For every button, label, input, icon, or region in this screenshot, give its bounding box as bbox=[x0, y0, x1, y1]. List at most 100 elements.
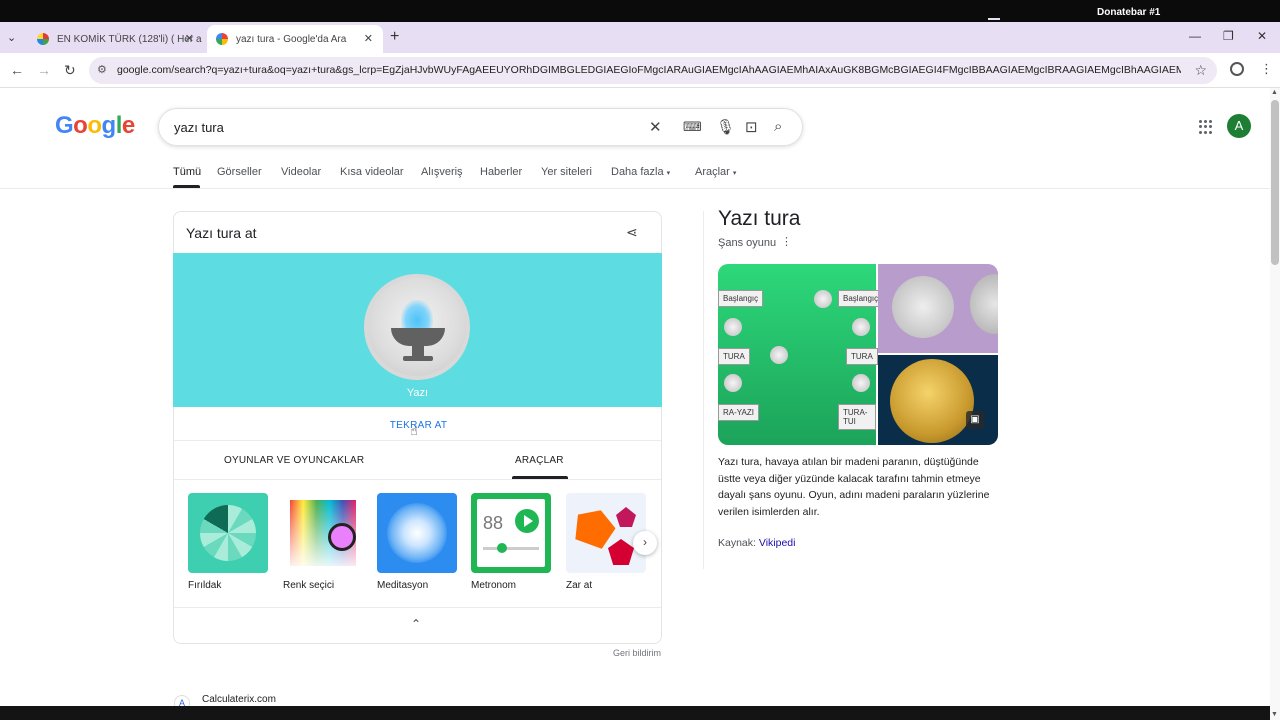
share-icon[interactable]: ⋖ bbox=[626, 224, 638, 241]
donatebar-label: Donatebar #1 bbox=[1097, 7, 1161, 18]
metronome-bpm: 88 bbox=[483, 513, 504, 533]
site-info-icon[interactable]: ⚙ bbox=[97, 63, 107, 76]
tab-shopping[interactable]: Alışveriş bbox=[421, 166, 463, 178]
flip-again-button[interactable]: TEKRAR AT bbox=[174, 420, 663, 431]
tab-videos[interactable]: Videolar bbox=[281, 166, 321, 178]
tool-meditation[interactable]: Meditasyon bbox=[377, 493, 457, 591]
coin-icon bbox=[724, 374, 742, 392]
image-label: Başlangıç bbox=[838, 290, 884, 307]
coin-icon bbox=[724, 318, 742, 336]
search-input[interactable]: yazı tura bbox=[174, 120, 224, 135]
tool-metronome[interactable]: 88 Metronom bbox=[471, 493, 551, 591]
tab-more-label: Daha fazla bbox=[611, 166, 664, 178]
scrollbar-thumb[interactable] bbox=[1271, 100, 1279, 265]
tool-spinner[interactable]: Fırıldak bbox=[188, 493, 268, 591]
minimize-icon[interactable]: — bbox=[1189, 29, 1201, 43]
image-label: TURA bbox=[846, 348, 878, 365]
tool-label: Zar at bbox=[566, 580, 593, 591]
reload-icon[interactable]: ↻ bbox=[64, 62, 76, 79]
account-avatar[interactable]: A bbox=[1227, 114, 1251, 138]
overlay-marker bbox=[988, 18, 1000, 20]
panel-divider bbox=[703, 211, 704, 569]
forward-icon[interactable]: → bbox=[37, 62, 51, 78]
google-logo[interactable]: Google bbox=[55, 112, 135, 140]
image-label: TURA bbox=[718, 348, 750, 365]
tempo-slider-knob bbox=[497, 543, 507, 553]
knowledge-panel-source: Kaynak: Vikipedi bbox=[718, 537, 795, 549]
coin-icon bbox=[852, 374, 870, 392]
gold-coin-icon bbox=[890, 359, 974, 443]
tool-label: Metronom bbox=[471, 580, 517, 591]
omnibox[interactable]: ⚙ google.com/search?q=yazı+tura&oq=yazı+… bbox=[89, 57, 1217, 84]
browser-tab-2[interactable]: yazı tura - Google'da Ara ✕ bbox=[207, 25, 383, 53]
tab-title: yazı tura - Google'da Ara bbox=[236, 33, 347, 45]
search-icon[interactable]: ⌕ bbox=[774, 118, 782, 135]
dropdown-arrow-icon: ▾ bbox=[732, 170, 737, 177]
coin-flip-diagram-image[interactable]: Başlangıç Başlangıç TURA TURA RA-YAZI TU… bbox=[718, 264, 884, 445]
subtab-games[interactable]: OYUNLAR VE OYUNCAKLAR bbox=[224, 455, 364, 466]
tool-color-picker[interactable]: Renk seçici bbox=[283, 493, 363, 591]
browser-tab-1[interactable]: EN KOMİK TÜRK (128'li) ( Her a ✕ bbox=[28, 25, 204, 53]
spinner-thumbnail bbox=[188, 493, 268, 573]
image-label: TURA-TUI bbox=[838, 404, 876, 430]
maximize-icon[interactable]: ❐ bbox=[1223, 29, 1234, 43]
url-text[interactable]: google.com/search?q=yazı+tura&oq=yazı+tu… bbox=[117, 64, 1181, 76]
knowledge-panel-description: Yazı tura, havaya atılan bir madeni para… bbox=[718, 456, 990, 518]
more-images-icon[interactable]: ▣ bbox=[966, 411, 984, 429]
source-label: Kaynak: bbox=[718, 537, 756, 549]
coin-image[interactable] bbox=[364, 274, 470, 380]
tab-all[interactable]: Tümü bbox=[173, 166, 201, 178]
lens-camera-icon[interactable]: ⊡ bbox=[745, 118, 758, 136]
mouse-cursor-icon: ☝ bbox=[410, 423, 418, 438]
new-tab-button[interactable]: + bbox=[390, 28, 399, 46]
source-link[interactable]: Vikipedi bbox=[759, 537, 796, 549]
metronome-panel: 88 bbox=[477, 499, 545, 567]
back-icon[interactable]: ← bbox=[10, 62, 24, 78]
spinner-wheel-icon bbox=[200, 505, 256, 561]
tool-label: Fırıldak bbox=[188, 580, 222, 591]
google-apps-icon[interactable] bbox=[1199, 120, 1213, 134]
tab-images[interactable]: Görseller bbox=[217, 166, 262, 178]
search-box[interactable]: yazı tura ✕ ⌨ 🎙 ⊡ ⌕ bbox=[158, 108, 803, 146]
tab-search-chevron-icon[interactable]: ⌄ bbox=[7, 31, 21, 45]
tab-news[interactable]: Haberler bbox=[480, 166, 522, 178]
coin-result-label: Yazı bbox=[406, 387, 429, 399]
coin-icon bbox=[852, 318, 870, 336]
profile-icon[interactable] bbox=[1230, 62, 1244, 76]
more-options-icon[interactable]: ⋮ bbox=[781, 235, 792, 248]
color-picker-dot-icon bbox=[328, 523, 356, 551]
dice-thumbnail bbox=[566, 493, 646, 573]
tab-more[interactable]: Daha fazla ▾ bbox=[611, 166, 670, 178]
tab-tools[interactable]: Araçlar ▾ bbox=[695, 166, 736, 178]
color-picker-thumbnail bbox=[283, 493, 363, 573]
collapse-chevron-icon[interactable]: ⌃ bbox=[411, 617, 421, 631]
colorful-favicon-icon bbox=[37, 33, 49, 45]
tab-short-videos[interactable]: Kısa videolar bbox=[340, 166, 404, 178]
close-tab-icon[interactable]: ✕ bbox=[364, 32, 373, 45]
metronome-thumbnail: 88 bbox=[471, 493, 551, 573]
tempo-slider-track bbox=[483, 547, 539, 550]
close-window-icon[interactable]: ✕ bbox=[1257, 29, 1267, 43]
gold-dollar-image[interactable]: ▣ bbox=[878, 355, 998, 445]
knowledge-panel-title: Yazı tura bbox=[718, 207, 801, 230]
keyboard-icon[interactable]: ⌨ bbox=[683, 119, 702, 135]
page-scrollbar[interactable]: ▲ ▼ bbox=[1270, 88, 1280, 720]
close-tab-icon[interactable]: ✕ bbox=[185, 32, 194, 45]
knowledge-panel-images[interactable]: Başlangıç Başlangıç TURA TURA RA-YAZI TU… bbox=[718, 264, 998, 445]
dice-icon bbox=[616, 507, 636, 527]
tab-places[interactable]: Yer siteleri bbox=[541, 166, 592, 178]
scroll-up-arrow-icon[interactable]: ▲ bbox=[1271, 89, 1278, 96]
result-site-name[interactable]: Calculaterix.com bbox=[202, 694, 276, 705]
coin-icon bbox=[892, 276, 954, 338]
microphone-icon[interactable]: 🎙 bbox=[716, 118, 735, 136]
clear-search-icon[interactable]: ✕ bbox=[649, 118, 662, 136]
scroll-down-arrow-icon[interactable]: ▼ bbox=[1271, 711, 1278, 718]
silver-coins-image[interactable] bbox=[878, 264, 998, 353]
coin-display-area: Yazı bbox=[173, 253, 662, 407]
bookmark-star-icon[interactable]: ☆ bbox=[1194, 62, 1207, 79]
feedback-link[interactable]: Geri bildirim bbox=[613, 648, 661, 658]
browser-menu-icon[interactable]: ⋮ bbox=[1260, 61, 1273, 77]
carousel-next-button[interactable]: › bbox=[633, 531, 657, 555]
subtab-tools[interactable]: ARAÇLAR bbox=[515, 455, 564, 466]
address-bar-row: ← → ↻ ⚙ google.com/search?q=yazı+tura&oq… bbox=[0, 53, 1280, 88]
